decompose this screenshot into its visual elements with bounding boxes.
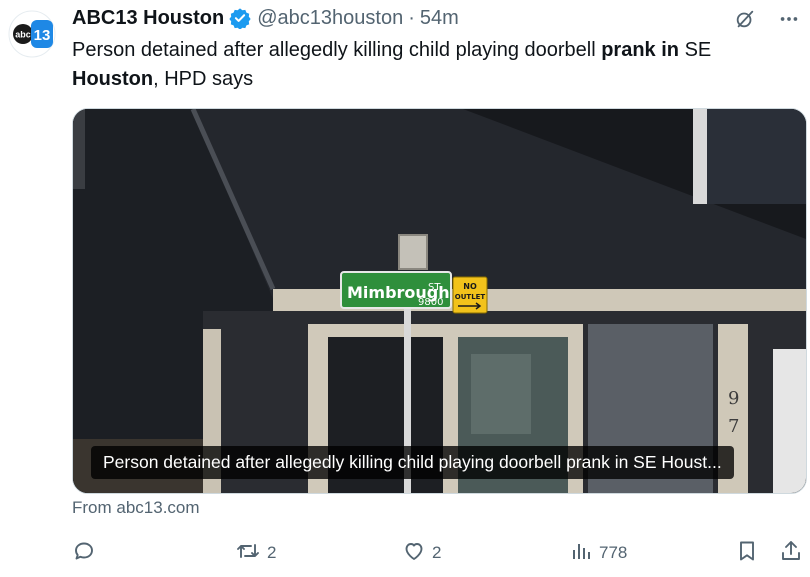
avatar[interactable]: abc 13 xyxy=(8,10,56,58)
tweet-text-highlight: Houston xyxy=(72,68,154,90)
reply-button[interactable] xyxy=(72,536,102,570)
share-button[interactable] xyxy=(779,536,803,570)
account-handle[interactable]: @abc13houston xyxy=(257,7,403,30)
avatar-logo-text: abc xyxy=(15,30,31,40)
views-button[interactable]: 778 xyxy=(569,536,627,570)
timestamp[interactable]: 54m xyxy=(420,7,459,30)
account-name[interactable]: ABC13 Houston xyxy=(72,7,224,30)
views-icon xyxy=(569,539,593,568)
tweet-text-part: Person detained after allegedly killing … xyxy=(72,39,602,61)
grok-icon[interactable] xyxy=(732,6,758,32)
share-icon xyxy=(779,539,803,568)
abc13-logo: abc 13 xyxy=(8,10,56,58)
repost-count: 2 xyxy=(267,543,277,562)
no-outlet-sign-line1: NO xyxy=(463,282,477,291)
like-count: 2 xyxy=(432,543,442,562)
repost-icon xyxy=(235,539,261,568)
link-source[interactable]: From abc13.com xyxy=(72,498,200,518)
tweet-text-part: SE xyxy=(679,39,712,61)
like-button[interactable]: 2 xyxy=(402,536,441,570)
reply-icon xyxy=(72,539,96,568)
tweet-text: Person detained after allegedly killing … xyxy=(72,36,792,94)
separator-dot: · xyxy=(408,6,415,29)
news-photo: 9 7 Mimbrough ST 9800 NO OUTLET xyxy=(73,109,806,493)
house-number-digit: 9 xyxy=(728,388,739,409)
house-number-digit: 7 xyxy=(728,416,739,437)
tweet-header: ABC13 Houston @abc13houston · 54m xyxy=(72,4,459,32)
avatar-logo-number: 13 xyxy=(34,27,51,44)
bookmark-icon xyxy=(735,539,759,568)
verified-badge-icon[interactable] xyxy=(229,7,251,30)
media-caption: Person detained after allegedly killing … xyxy=(91,446,734,479)
no-outlet-sign-line2: OUTLET xyxy=(455,293,486,301)
repost-button[interactable]: 2 xyxy=(235,536,276,570)
street-sign-block: 9800 xyxy=(418,297,443,308)
tweet-text-part: , HPD says xyxy=(153,68,254,90)
bookmark-button[interactable] xyxy=(735,536,759,570)
views-count: 778 xyxy=(599,543,628,562)
top-actions xyxy=(732,6,802,32)
media-card[interactable]: 9 7 Mimbrough ST 9800 NO OUTLET Person d… xyxy=(72,108,807,494)
more-icon[interactable] xyxy=(776,6,802,32)
street-sign-suffix: ST xyxy=(428,282,441,293)
tweet-text-highlight: prank in xyxy=(601,39,680,61)
action-bar: 2 2 778 xyxy=(72,536,808,570)
like-icon xyxy=(402,539,426,568)
